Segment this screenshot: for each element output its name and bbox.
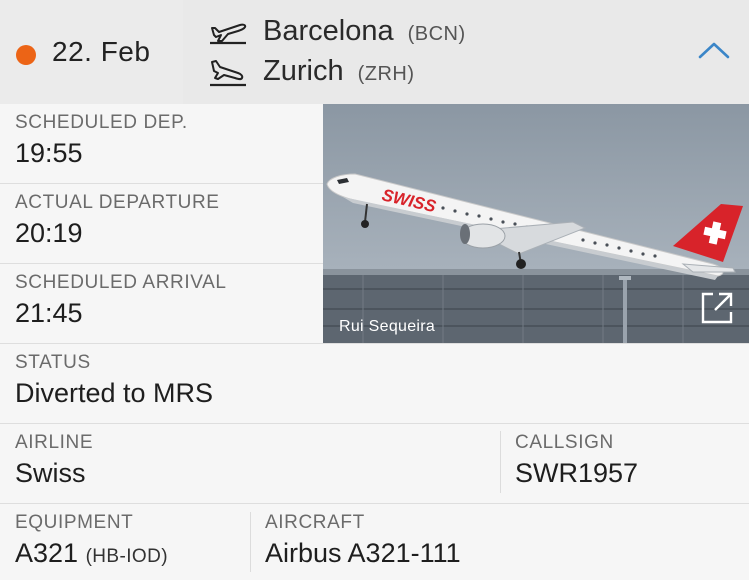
equipment-type: A321 (15, 538, 79, 568)
arrival-city-name: Zurich (263, 55, 344, 87)
scheduled-dep-label: SCHEDULED DEP. (15, 112, 188, 133)
divider (0, 263, 323, 264)
status-label: STATUS (15, 352, 91, 373)
flight-date: 22. Feb (52, 36, 151, 67)
actual-dep-value: 20:19 (15, 218, 83, 248)
divider (500, 431, 501, 493)
divider (0, 343, 749, 344)
aircraft-image: SWISS (323, 104, 749, 344)
photo-credit: Rui Sequeira (339, 318, 436, 335)
aircraft-label: AIRCRAFT (265, 512, 365, 533)
equipment-value: A321 (HB-IOD) (15, 538, 168, 569)
departure-code: (BCN) (407, 23, 466, 45)
landing-icon (210, 60, 246, 87)
departure-city-name: Barcelona (263, 15, 394, 47)
callsign-label: CALLSIGN (515, 432, 614, 453)
takeoff-icon (210, 23, 247, 45)
date-cell: 22. Feb (0, 0, 183, 104)
chevron-up-icon[interactable] (698, 40, 730, 60)
equipment-registration: (HB-IOD) (85, 546, 168, 567)
actual-dep-label: ACTUAL DEPARTURE (15, 192, 220, 213)
aircraft-photo[interactable]: SWISS Rui Sequeira (323, 104, 749, 344)
equipment-label: EQUIPMENT (15, 512, 134, 533)
flight-header[interactable]: 22. Feb Barcelona (BCN) Zurich (ZRH) (0, 0, 749, 104)
divider (0, 423, 749, 424)
arrival-code: (ZRH) (357, 63, 415, 85)
status-dot (16, 45, 36, 65)
airline-label: AIRLINE (15, 432, 94, 453)
aircraft-value: Airbus A321-111 (265, 538, 461, 568)
arrival-city: Zurich (ZRH) (263, 55, 415, 88)
status-value: Diverted to MRS (15, 378, 214, 408)
route-cell[interactable]: Barcelona (BCN) Zurich (ZRH) (188, 0, 749, 104)
departure-city: Barcelona (BCN) (263, 15, 466, 48)
divider (250, 512, 251, 572)
external-link-icon[interactable] (699, 290, 735, 326)
scheduled-arr-label: SCHEDULED ARRIVAL (15, 272, 227, 293)
scheduled-dep-value: 19:55 (15, 138, 83, 168)
callsign-value: SWR1957 (515, 458, 639, 488)
scheduled-arr-value: 21:45 (15, 298, 83, 328)
divider (0, 183, 323, 184)
divider (0, 503, 749, 504)
airline-value: Swiss (15, 458, 86, 488)
